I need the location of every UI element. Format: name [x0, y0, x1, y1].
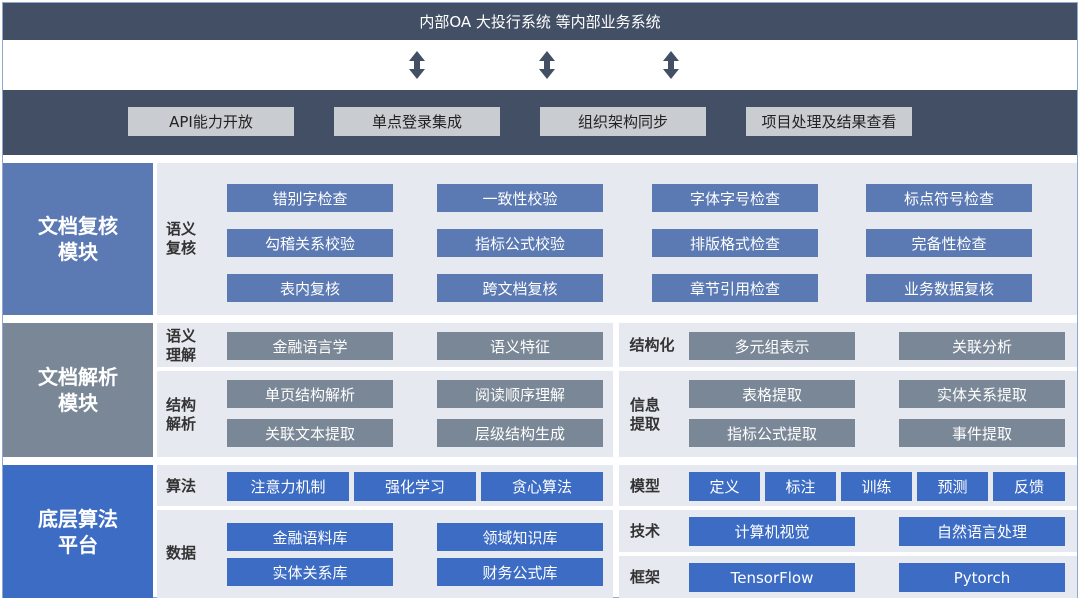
model-predict-box: 预测	[917, 472, 988, 501]
domain-knowledge-box: 领域知识库	[437, 523, 603, 551]
financial-linguistics-box: 金融语言学	[227, 332, 393, 360]
algorithm-label: 算法	[165, 477, 196, 495]
org-sync-box: 组织架构同步	[540, 107, 706, 136]
in-table-review-box: 表内复核	[227, 274, 393, 302]
attention-box: 注意力机制	[227, 472, 349, 501]
algo-module-label: 底层算法 平台	[3, 465, 153, 598]
completeness-check-box: 完备性检查	[866, 229, 1032, 257]
reading-order-box: 阅读顺序理解	[437, 380, 603, 408]
data-label: 数据	[165, 544, 196, 562]
pytorch-box: Pytorch	[899, 563, 1065, 592]
model-feedback-box: 反馈	[993, 472, 1065, 501]
font-check-box: 字体字号检查	[652, 184, 818, 212]
semantic-feature-box: 语义特征	[437, 332, 603, 360]
nlp-box: 自然语言处理	[899, 517, 1065, 546]
association-analysis-box: 关联分析	[899, 332, 1065, 360]
reinforcement-learning-box: 强化学习	[354, 472, 476, 501]
parse-module-label: 文档解析 模块	[3, 323, 153, 457]
model-annotate-box: 标注	[765, 472, 836, 501]
event-extraction-box: 事件提取	[899, 419, 1065, 447]
tensorflow-box: TensorFlow	[689, 563, 855, 592]
consistency-check-box: 一致性校验	[437, 184, 603, 212]
financial-formula-db-box: 财务公式库	[437, 558, 603, 586]
business-systems-title: 内部OA 大投行系统 等内部业务系统	[419, 13, 661, 31]
business-data-review-box: 业务数据复核	[866, 274, 1032, 302]
semantic-review-label: 语义 复核	[165, 220, 196, 257]
info-extraction-label: 信息 提取	[629, 396, 660, 433]
tech-label: 技术	[629, 522, 660, 540]
review-module-label: 文档复核 模块	[3, 163, 153, 315]
related-text-box: 关联文本提取	[227, 419, 393, 447]
page-structure-box: 单页结构解析	[227, 380, 393, 408]
layout-check-box: 排版格式检查	[652, 229, 818, 257]
double-arrow-icon	[409, 51, 425, 79]
double-arrow-icon	[663, 51, 679, 79]
model-define-box: 定义	[689, 472, 760, 501]
formula-check-box: 指标公式校验	[437, 229, 603, 257]
project-result-box: 项目处理及结果查看	[746, 107, 912, 136]
greedy-algorithm-box: 贪心算法	[481, 472, 603, 501]
double-arrow-icon	[539, 51, 555, 79]
chapter-ref-check-box: 章节引用检查	[652, 274, 818, 302]
structuring-label: 结构化	[629, 336, 675, 354]
structure-parsing-label: 结构 解析	[165, 396, 196, 433]
hierarchy-box: 层级结构生成	[437, 419, 603, 447]
cross-doc-review-box: 跨文档复核	[437, 274, 603, 302]
entity-relation-box: 实体关系提取	[899, 380, 1065, 408]
model-train-box: 训练	[841, 472, 912, 501]
semantic-understanding-label: 语义 理解	[165, 327, 196, 364]
computer-vision-box: 计算机视觉	[689, 517, 855, 546]
table-extraction-box: 表格提取	[689, 380, 855, 408]
tuple-representation-box: 多元组表示	[689, 332, 855, 360]
entity-relation-db-box: 实体关系库	[227, 558, 393, 586]
sso-integration-box: 单点登录集成	[334, 107, 500, 136]
business-systems-bar: 内部OA 大投行系统 等内部业务系统	[3, 3, 1077, 40]
relation-check-box: 勾稽关系校验	[227, 229, 393, 257]
model-label: 模型	[629, 477, 660, 495]
typo-check-box: 错别字检查	[227, 184, 393, 212]
formula-extraction-box: 指标公式提取	[689, 419, 855, 447]
framework-label: 框架	[629, 568, 660, 586]
punctuation-check-box: 标点符号检查	[866, 184, 1032, 212]
api-open-box: API能力开放	[128, 107, 294, 136]
financial-corpus-box: 金融语料库	[227, 523, 393, 551]
